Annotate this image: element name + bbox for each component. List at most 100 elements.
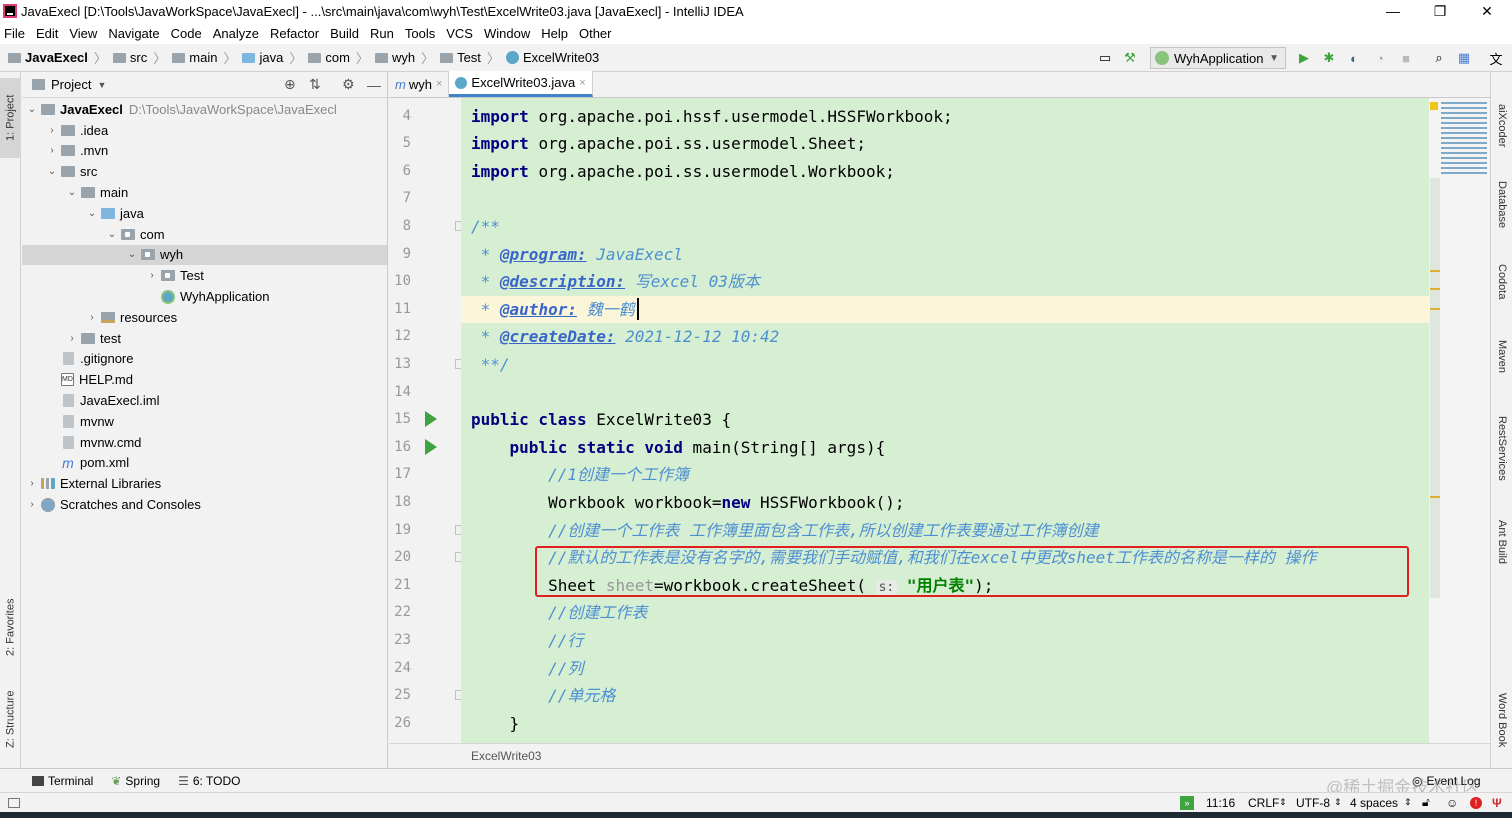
- menu-analyze[interactable]: Analyze: [213, 26, 259, 41]
- code-line[interactable]: * @createDate: 2021-12-12 10:42: [461, 323, 1429, 351]
- locate-target-icon[interactable]: ⊕: [284, 76, 296, 93]
- tool-window-restservices[interactable]: RestServices: [1491, 408, 1512, 488]
- run-icon[interactable]: ▶: [1296, 50, 1312, 66]
- debug-icon[interactable]: ✱: [1321, 50, 1337, 66]
- menu-code[interactable]: Code: [171, 26, 202, 41]
- code-line[interactable]: [461, 185, 1429, 213]
- close-button[interactable]: ✕: [1464, 0, 1510, 22]
- chevron-down-icon[interactable]: ⌄: [106, 229, 118, 240]
- menu-window[interactable]: Window: [484, 26, 530, 41]
- tool-window-aixcoder[interactable]: aiXcoder: [1491, 86, 1512, 166]
- chevron-right-icon[interactable]: ›: [46, 125, 58, 136]
- tree-item[interactable]: ⌄ com: [22, 224, 387, 245]
- tool-window-codota[interactable]: Codota: [1491, 256, 1512, 308]
- crumb-src[interactable]: src 〉: [112, 48, 168, 67]
- translate-icon[interactable]: 文: [1488, 50, 1504, 67]
- tab-wyh[interactable]: m wyh ×: [389, 71, 450, 97]
- run-class-icon[interactable]: [425, 411, 437, 428]
- code-line[interactable]: * @description: 写excel 03版本: [461, 268, 1429, 296]
- tree-item[interactable]: ⌄ java: [22, 203, 387, 224]
- caret-position[interactable]: 11:16: [1206, 796, 1235, 810]
- crumb-com[interactable]: com 〉: [308, 48, 371, 67]
- menu-file[interactable]: File: [4, 26, 25, 41]
- tool-window-favorites[interactable]: 2: Favorites: [0, 582, 21, 672]
- crumb-wyh[interactable]: wyh 〉: [374, 48, 436, 67]
- code-line[interactable]: //单元格: [461, 682, 1429, 710]
- crumb-java[interactable]: java 〉: [242, 48, 304, 67]
- code-line[interactable]: [461, 379, 1429, 407]
- build-hammer-icon[interactable]: ⚒: [1122, 50, 1138, 66]
- menu-other[interactable]: Other: [579, 26, 612, 41]
- project-panel-title[interactable]: Project: [51, 77, 91, 92]
- stop-icon[interactable]: ■: [1398, 50, 1414, 66]
- project-structure-icon[interactable]: ▦: [1456, 50, 1472, 66]
- tree-item[interactable]: .gitignore: [22, 349, 387, 370]
- tool-window-ant-build[interactable]: Ant Build: [1491, 512, 1512, 572]
- code-line[interactable]: //行: [461, 627, 1429, 655]
- tree-item[interactable]: › Test: [22, 265, 387, 286]
- chevron-down-icon[interactable]: ▼: [97, 80, 106, 90]
- inspector-icon[interactable]: ☺: [1446, 796, 1458, 810]
- collapse-all-icon[interactable]: ⇅: [309, 76, 321, 93]
- code-line[interactable]: /**: [461, 213, 1429, 241]
- chevron-right-icon[interactable]: ›: [146, 270, 158, 281]
- tree-item[interactable]: › Scratches and Consoles: [22, 494, 387, 515]
- menu-run[interactable]: Run: [370, 26, 394, 41]
- code-line[interactable]: //创建工作表: [461, 599, 1429, 627]
- tree-item[interactable]: mvnw.cmd: [22, 432, 387, 453]
- tree-item[interactable]: › .idea: [22, 120, 387, 141]
- tool-window-terminal[interactable]: Terminal: [32, 774, 93, 788]
- close-tab-icon[interactable]: ×: [579, 77, 585, 89]
- error-icon[interactable]: !: [1470, 796, 1482, 809]
- editor-breadcrumb[interactable]: ExcelWrite03: [471, 749, 541, 763]
- code-line[interactable]: //列: [461, 655, 1429, 683]
- coverage-icon[interactable]: ◐: [1346, 50, 1362, 66]
- chevron-right-icon[interactable]: ›: [86, 312, 98, 323]
- code-line[interactable]: public static void main(String[] args){: [461, 434, 1429, 462]
- chevron-down-icon[interactable]: ⌄: [86, 208, 98, 219]
- tool-window-structure[interactable]: Z: Structure: [0, 678, 21, 760]
- line-separator[interactable]: CRLF: [1248, 796, 1279, 810]
- tab-excelwrite03[interactable]: ExcelWrite03.java ×: [449, 71, 593, 97]
- code-line[interactable]: }: [461, 710, 1429, 738]
- tree-item[interactable]: MD HELP.md: [22, 369, 387, 390]
- menu-refactor[interactable]: Refactor: [270, 26, 319, 41]
- gear-icon[interactable]: ⚙: [342, 76, 355, 93]
- tool-window-todo[interactable]: ☰ 6: TODO: [178, 774, 240, 788]
- scroll-thumb[interactable]: [1430, 178, 1440, 598]
- code-line[interactable]: import org.apache.poi.ss.usermodel.Sheet…: [461, 130, 1429, 158]
- menu-view[interactable]: View: [69, 26, 97, 41]
- code-line[interactable]: **/: [461, 351, 1429, 379]
- menu-help[interactable]: Help: [541, 26, 568, 41]
- run-configuration-select[interactable]: WyhApplication ▼: [1150, 47, 1286, 69]
- chevron-right-icon[interactable]: ›: [26, 478, 38, 489]
- hide-panel-icon[interactable]: —: [367, 77, 381, 93]
- window-layout-icon[interactable]: ▭: [1097, 50, 1113, 66]
- profile-icon[interactable]: ◔: [1372, 50, 1388, 66]
- menu-vcs[interactable]: VCS: [446, 26, 473, 41]
- chevron-down-icon[interactable]: ⌄: [126, 249, 138, 260]
- code-line[interactable]: Workbook workbook=new HSSFWorkbook();: [461, 489, 1429, 517]
- menu-build[interactable]: Build: [330, 26, 359, 41]
- codota-status-icon[interactable]: »: [1180, 795, 1194, 810]
- crumb-main[interactable]: main 〉: [172, 48, 238, 67]
- minimap[interactable]: [1441, 102, 1487, 174]
- search-icon[interactable]: ⌕: [1431, 50, 1447, 66]
- menu-navigate[interactable]: Navigate: [108, 26, 159, 41]
- chevron-right-icon[interactable]: ›: [46, 145, 58, 156]
- crumb-class[interactable]: ExcelWrite03: [505, 50, 599, 65]
- chevron-right-icon[interactable]: ›: [26, 499, 38, 510]
- tool-window-database[interactable]: Database: [1491, 172, 1512, 238]
- chevron-down-icon[interactable]: ⌄: [26, 104, 38, 115]
- code-line[interactable]: public class ExcelWrite03 {: [461, 406, 1429, 434]
- tree-item[interactable]: › resources: [22, 307, 387, 328]
- indent-setting[interactable]: 4 spaces: [1350, 796, 1398, 810]
- tree-item[interactable]: mvnw: [22, 411, 387, 432]
- file-encoding[interactable]: UTF-8: [1296, 796, 1330, 810]
- tool-window-word-book[interactable]: Word Book: [1491, 684, 1512, 756]
- restore-button[interactable]: ❐: [1417, 0, 1463, 22]
- tree-item[interactable]: › External Libraries: [22, 473, 387, 494]
- tree-item[interactable]: ⌄ JavaExecl D:\Tools\JavaWorkSpace\JavaExe…: [22, 99, 387, 120]
- menu-tools[interactable]: Tools: [405, 26, 435, 41]
- tree-item[interactable]: ⌄ src: [22, 161, 387, 182]
